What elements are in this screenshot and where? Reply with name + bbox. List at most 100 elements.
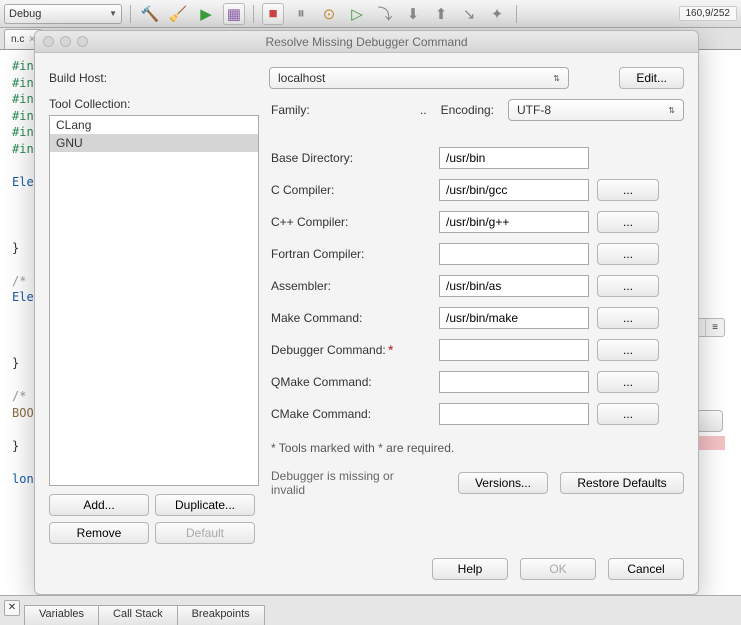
fortran-row: Fortran Compiler: ...: [271, 243, 684, 265]
build-config-value: Debug: [9, 8, 41, 20]
assembler-label: Assembler:: [271, 279, 431, 293]
make-row: Make Command: ...: [271, 307, 684, 329]
separator: [253, 5, 254, 23]
resolve-missing-debugger-dialog: Resolve Missing Debugger Command Build H…: [34, 30, 699, 595]
tab-breakpoints[interactable]: Breakpoints: [177, 605, 265, 625]
encoding-select[interactable]: UTF-8 ⇅: [508, 99, 684, 121]
family-value: ..: [420, 103, 427, 117]
encoding-value: UTF-8: [517, 103, 551, 117]
build-config-select[interactable]: Debug ▼: [4, 4, 122, 24]
family-encoding-row: Family: .. Encoding: UTF-8 ⇅: [271, 99, 684, 121]
tab-call-stack[interactable]: Call Stack: [98, 605, 178, 625]
fortran-browse-button[interactable]: ...: [597, 243, 659, 265]
required-note: * Tools marked with * are required.: [271, 441, 684, 455]
assembler-row: Assembler: ...: [271, 275, 684, 297]
editor-tab-label: n.c: [11, 34, 24, 45]
qmake-label: QMake Command:: [271, 375, 431, 389]
make-input[interactable]: [439, 307, 589, 329]
list-item[interactable]: CLang: [50, 116, 258, 134]
step-out-icon[interactable]: ⬆: [430, 3, 452, 25]
make-browse-button[interactable]: ...: [597, 307, 659, 329]
debugger-input[interactable]: [439, 339, 589, 361]
encoding-label: Encoding:: [441, 103, 494, 117]
run-icon[interactable]: ▶: [195, 3, 217, 25]
family-label: Family:: [271, 103, 310, 117]
chevron-down-icon: ▼: [109, 9, 117, 18]
restore-defaults-button[interactable]: Restore Defaults: [560, 472, 684, 494]
separator: [130, 5, 131, 23]
duplicate-button[interactable]: Duplicate...: [155, 494, 255, 516]
list-button-row-2: Remove Default: [49, 522, 259, 544]
warning-text: Debugger is missing or invalid: [271, 469, 431, 497]
assembler-browse-button[interactable]: ...: [597, 275, 659, 297]
versions-button[interactable]: Versions...: [458, 472, 548, 494]
build-host-value: localhost: [278, 71, 325, 85]
close-panel-icon[interactable]: ✕: [4, 600, 20, 616]
continue-icon[interactable]: ⊙: [318, 3, 340, 25]
cpp-compiler-label: C++ Compiler:: [271, 215, 431, 229]
main-columns: Tool Collection: CLang GNU Add... Duplic…: [49, 97, 684, 544]
dialog-footer: Help OK Cancel: [35, 548, 698, 594]
dialog-titlebar: Resolve Missing Debugger Command: [35, 31, 698, 53]
cmake-browse-button[interactable]: ...: [597, 403, 659, 425]
cpp-compiler-browse-button[interactable]: ...: [597, 211, 659, 233]
tab-variables[interactable]: Variables: [24, 605, 99, 625]
debugger-label: Debugger Command: *: [271, 343, 431, 357]
assembler-input[interactable]: [439, 275, 589, 297]
dialog-title: Resolve Missing Debugger Command: [35, 35, 698, 49]
chevron-updown-icon: ⇅: [668, 106, 675, 115]
remove-button[interactable]: Remove: [49, 522, 149, 544]
separator: [516, 5, 517, 23]
run-to-cursor-icon[interactable]: ↘: [458, 3, 480, 25]
misc-icon[interactable]: ✦: [486, 3, 508, 25]
c-compiler-input[interactable]: [439, 179, 589, 201]
base-directory-input[interactable]: [439, 147, 589, 169]
build-host-select[interactable]: localhost ⇅: [269, 67, 569, 89]
list-item[interactable]: GNU: [50, 134, 258, 152]
default-button[interactable]: Default: [155, 522, 255, 544]
ok-button[interactable]: OK: [520, 558, 596, 580]
tool-collection-label: Tool Collection:: [49, 97, 259, 111]
clean-icon[interactable]: 🧹: [167, 3, 189, 25]
bottom-actions-row: Debugger is missing or invalid Versions.…: [271, 465, 684, 497]
build-host-label: Build Host:: [49, 71, 261, 85]
qmake-input[interactable]: [439, 371, 589, 393]
step-into-icon[interactable]: ⬇: [402, 3, 424, 25]
cancel-button[interactable]: Cancel: [608, 558, 684, 580]
debugger-browse-button[interactable]: ...: [597, 339, 659, 361]
step-over-icon[interactable]: ⤵: [374, 3, 396, 25]
profile-icon[interactable]: ▦: [223, 3, 245, 25]
cmake-input[interactable]: [439, 403, 589, 425]
tool-collection-list[interactable]: CLang GNU: [49, 115, 259, 486]
base-directory-label: Base Directory:: [271, 151, 431, 165]
dialog-body: Build Host: localhost ⇅ Edit... Tool Col…: [35, 53, 698, 548]
pause-icon[interactable]: ⏸: [290, 3, 312, 25]
cursor-position: 160,9/252: [679, 6, 738, 21]
stop-icon[interactable]: ■: [262, 3, 284, 25]
required-marker: *: [388, 343, 393, 357]
play-icon[interactable]: ▷: [346, 3, 368, 25]
help-button[interactable]: Help: [432, 558, 508, 580]
build-icon[interactable]: 🔨: [139, 3, 161, 25]
qmake-browse-button[interactable]: ...: [597, 371, 659, 393]
tool-collection-column: Tool Collection: CLang GNU Add... Duplic…: [49, 97, 259, 544]
fortran-label: Fortran Compiler:: [271, 247, 431, 261]
cmake-label: CMake Command:: [271, 407, 431, 421]
list-button-row-1: Add... Duplicate...: [49, 494, 259, 516]
tool-settings-column: Family: .. Encoding: UTF-8 ⇅ Base Direct…: [271, 97, 684, 544]
fortran-input[interactable]: [439, 243, 589, 265]
edit-button[interactable]: Edit...: [619, 67, 684, 89]
cpp-compiler-row: C++ Compiler: ...: [271, 211, 684, 233]
qmake-row: QMake Command: ...: [271, 371, 684, 393]
c-compiler-label: C Compiler:: [271, 183, 431, 197]
output-panel: ✕ Variables Call Stack Breakpoints: [0, 595, 741, 625]
base-directory-row: Base Directory:: [271, 147, 684, 169]
make-label: Make Command:: [271, 311, 431, 325]
c-compiler-browse-button[interactable]: ...: [597, 179, 659, 201]
main-toolbar: Debug ▼ 🔨 🧹 ▶ ▦ ■ ⏸ ⊙ ▷ ⤵ ⬇ ⬆ ↘ ✦ 160,9/…: [0, 0, 741, 28]
build-host-row: Build Host: localhost ⇅ Edit...: [49, 67, 684, 89]
chevron-updown-icon: ⇅: [553, 74, 560, 83]
cpp-compiler-input[interactable]: [439, 211, 589, 233]
debugger-row: Debugger Command: * ...: [271, 339, 684, 361]
add-button[interactable]: Add...: [49, 494, 149, 516]
